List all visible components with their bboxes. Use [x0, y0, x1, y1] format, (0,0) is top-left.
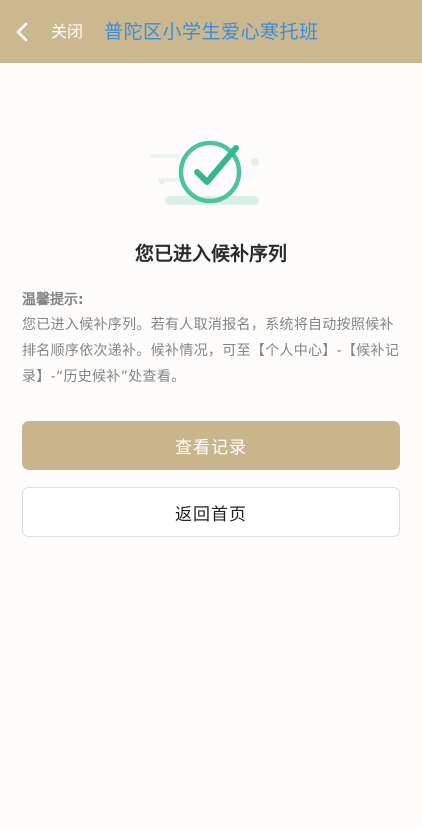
view-records-button[interactable]: 查看记录 — [22, 421, 400, 470]
result-title: 您已进入候补序列 — [134, 243, 287, 265]
chevron-left-icon[interactable] — [12, 20, 34, 44]
app-header: 关闭 普陀区小学生爱心寒托班 — [0, 0, 422, 63]
tip-body: 您已进入候补序列。若有人取消报名，系统将自动按照候补排名顺序依次递补。候补情况，… — [22, 317, 400, 385]
tip-label: 温馨提示: — [22, 292, 84, 308]
back-home-button[interactable]: 返回首页 — [22, 487, 400, 537]
success-check-icon — [140, 134, 270, 218]
close-button[interactable]: 关闭 — [51, 20, 83, 44]
page-title: 普陀区小学生爱心寒托班 — [104, 21, 319, 43]
